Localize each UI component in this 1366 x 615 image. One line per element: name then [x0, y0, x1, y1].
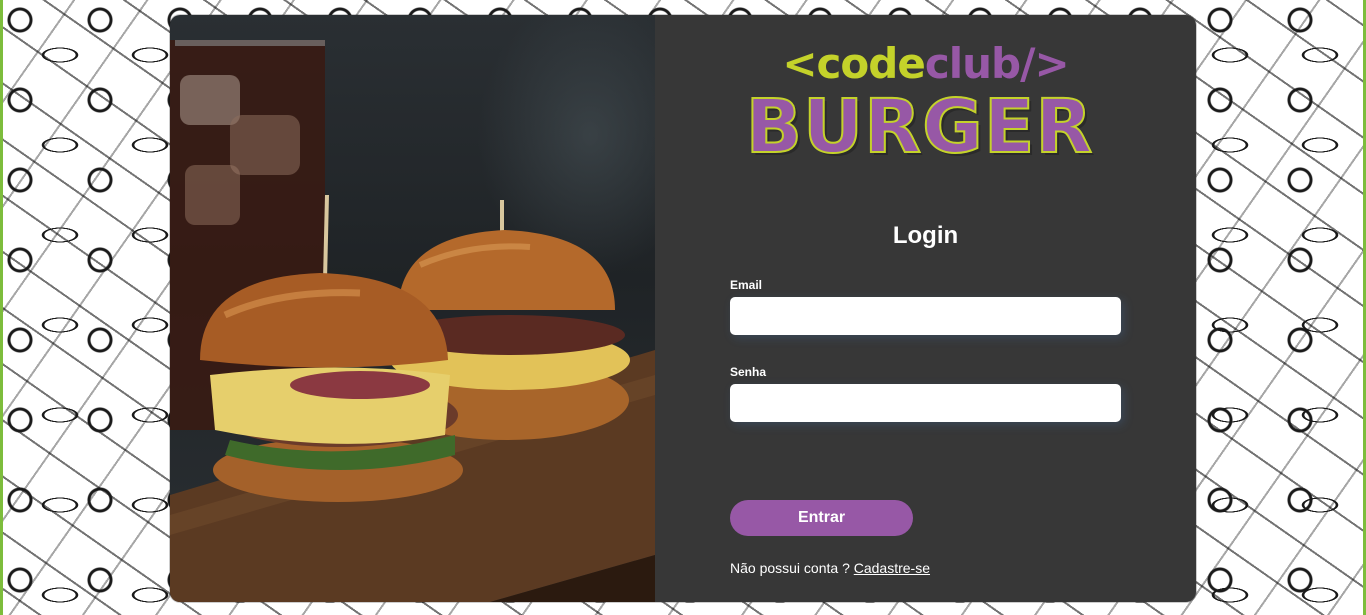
logo-burger-text: BURGER [745, 84, 1094, 170]
signup-prompt-text: Não possui conta ? [730, 560, 850, 576]
logo-club-part: club/> [924, 39, 1070, 88]
password-field[interactable] [730, 384, 1121, 422]
login-panel: <codeclub/> BURGER Login Email Senha Ent… [655, 15, 1196, 602]
login-submit-button[interactable]: Entrar [730, 500, 913, 536]
codeclub-burger-logo: <codeclub/> BURGER [655, 39, 1196, 166]
burger-photo [170, 15, 655, 602]
logo-codeclub-text: <codeclub/> [655, 39, 1196, 89]
logo-code-part: <code [782, 39, 925, 88]
left-frame-accent [0, 0, 3, 615]
signup-link[interactable]: Cadastre-se [854, 560, 930, 576]
email-label: Email [730, 278, 763, 292]
password-label: Senha [730, 365, 767, 379]
burger-illustration [170, 40, 655, 602]
login-card: <codeclub/> BURGER Login Email Senha Ent… [170, 15, 1196, 602]
page-title: Login [892, 222, 959, 249]
email-field[interactable] [730, 297, 1121, 335]
signup-prompt: Não possui conta ? Cadastre-se [730, 560, 930, 576]
